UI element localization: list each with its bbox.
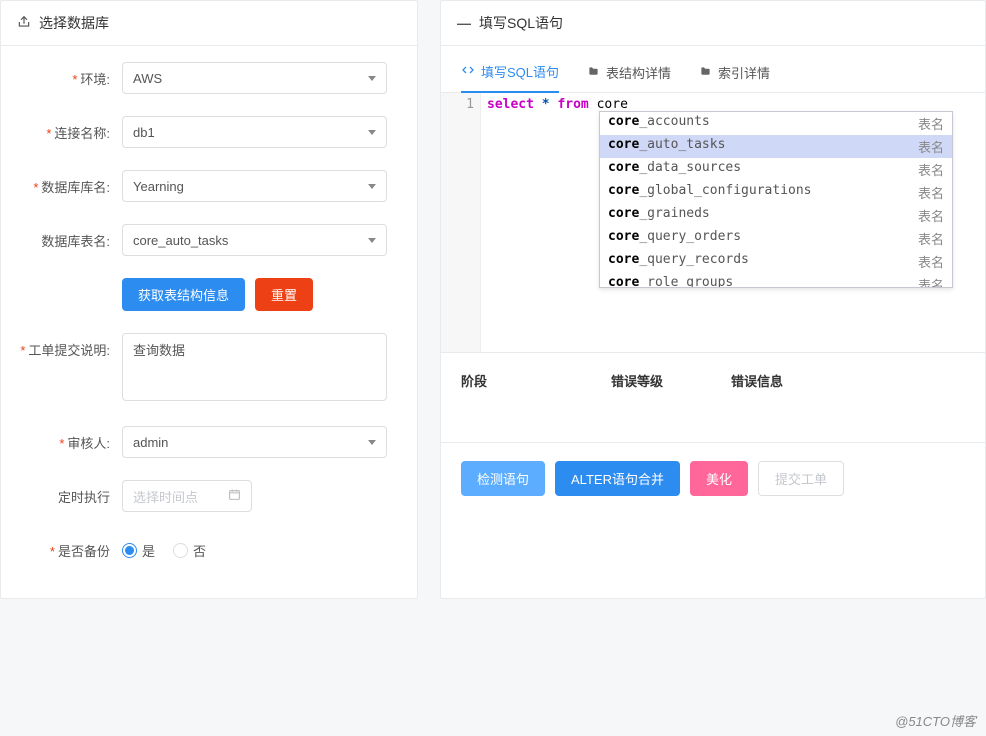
conn-label: *连接名称: xyxy=(17,116,122,142)
approver-select[interactable]: admin xyxy=(122,426,387,458)
autocomplete-popup: core_accounts表名core_auto_tasks表名core_dat… xyxy=(599,111,953,288)
table-select[interactable]: core_auto_tasks xyxy=(122,224,387,256)
token-star: * xyxy=(542,97,550,112)
keyword-from: from xyxy=(557,97,588,112)
submit-button[interactable]: 提交工单 xyxy=(758,461,844,496)
env-label: *环境: xyxy=(17,62,122,88)
reset-button[interactable]: 重置 xyxy=(255,278,313,311)
autocomplete-item[interactable]: core_data_sources表名 xyxy=(600,158,952,181)
conn-select[interactable]: db1 xyxy=(122,116,387,148)
right-panel-title: 填写SQL语句 xyxy=(479,13,563,33)
folder-icon xyxy=(699,65,712,80)
backup-yes-radio[interactable]: 是 xyxy=(122,541,155,560)
left-panel-title: 选择数据库 xyxy=(39,13,109,33)
tabs: 填写SQL语句 表结构详情 索引详情 xyxy=(441,46,985,93)
autocomplete-item[interactable]: core_global_configurations表名 xyxy=(600,181,952,204)
code-icon xyxy=(461,64,475,79)
col-stage: 阶段 xyxy=(461,371,611,390)
beautify-button[interactable]: 美化 xyxy=(690,461,748,496)
line-gutter: 1 xyxy=(441,93,481,352)
minus-icon: — xyxy=(457,15,471,31)
check-button[interactable]: 检测语句 xyxy=(461,461,545,496)
autocomplete-item[interactable]: core_graineds表名 xyxy=(600,204,952,227)
action-buttons: 检测语句 ALTER语句合并 美化 提交工单 xyxy=(441,442,985,514)
right-panel-header: — 填写SQL语句 xyxy=(441,1,985,46)
autocomplete-item[interactable]: core_query_orders表名 xyxy=(600,227,952,250)
folder-icon xyxy=(587,65,600,80)
db-label: *数据库库名: xyxy=(17,170,122,196)
tab-index[interactable]: 索引详情 xyxy=(699,63,770,92)
fetch-structure-button[interactable]: 获取表结构信息 xyxy=(122,278,245,311)
alter-merge-button[interactable]: ALTER语句合并 xyxy=(555,461,680,496)
autocomplete-item[interactable]: core_role_groups表名 xyxy=(600,273,952,287)
autocomplete-item[interactable]: core_query_records表名 xyxy=(600,250,952,273)
autocomplete-item[interactable]: core_auto_tasks表名 xyxy=(600,135,952,158)
db-select[interactable]: Yearning xyxy=(122,170,387,202)
autocomplete-item[interactable]: core_accounts表名 xyxy=(600,112,952,135)
tab-sql[interactable]: 填写SQL语句 xyxy=(461,62,559,93)
desc-textarea[interactable]: 查询数据 xyxy=(122,333,387,401)
calendar-icon xyxy=(228,488,241,504)
sql-panel: — 填写SQL语句 填写SQL语句 表结构详情 索引详情 xyxy=(440,0,986,599)
backup-label: *是否备份 xyxy=(17,534,122,560)
schedule-label: 定时执行 xyxy=(17,480,122,506)
share-icon xyxy=(17,15,31,32)
col-info: 错误信息 xyxy=(731,371,965,390)
result-header: 阶段 错误等级 错误信息 xyxy=(441,353,985,408)
schedule-datepicker[interactable]: 选择时间点 xyxy=(122,480,252,512)
keyword-select: select xyxy=(487,97,534,112)
tab-structure[interactable]: 表结构详情 xyxy=(587,63,671,92)
watermark: @51CTO博客 xyxy=(895,711,976,730)
desc-label: *工单提交说明: xyxy=(17,333,122,359)
sql-editor[interactable]: 1 select * from core core_accounts表名core… xyxy=(441,93,985,353)
select-database-panel: 选择数据库 *环境: AWS *连接名称: db1 *数据库库名: Yearni… xyxy=(0,0,418,599)
typed-text: core xyxy=(597,97,628,112)
backup-no-radio[interactable]: 否 xyxy=(173,541,206,560)
approver-label: *审核人: xyxy=(17,426,122,452)
env-select[interactable]: AWS xyxy=(122,62,387,94)
col-level: 错误等级 xyxy=(611,371,731,390)
left-panel-header: 选择数据库 xyxy=(1,1,417,46)
table-label: 数据库表名: xyxy=(17,224,122,250)
